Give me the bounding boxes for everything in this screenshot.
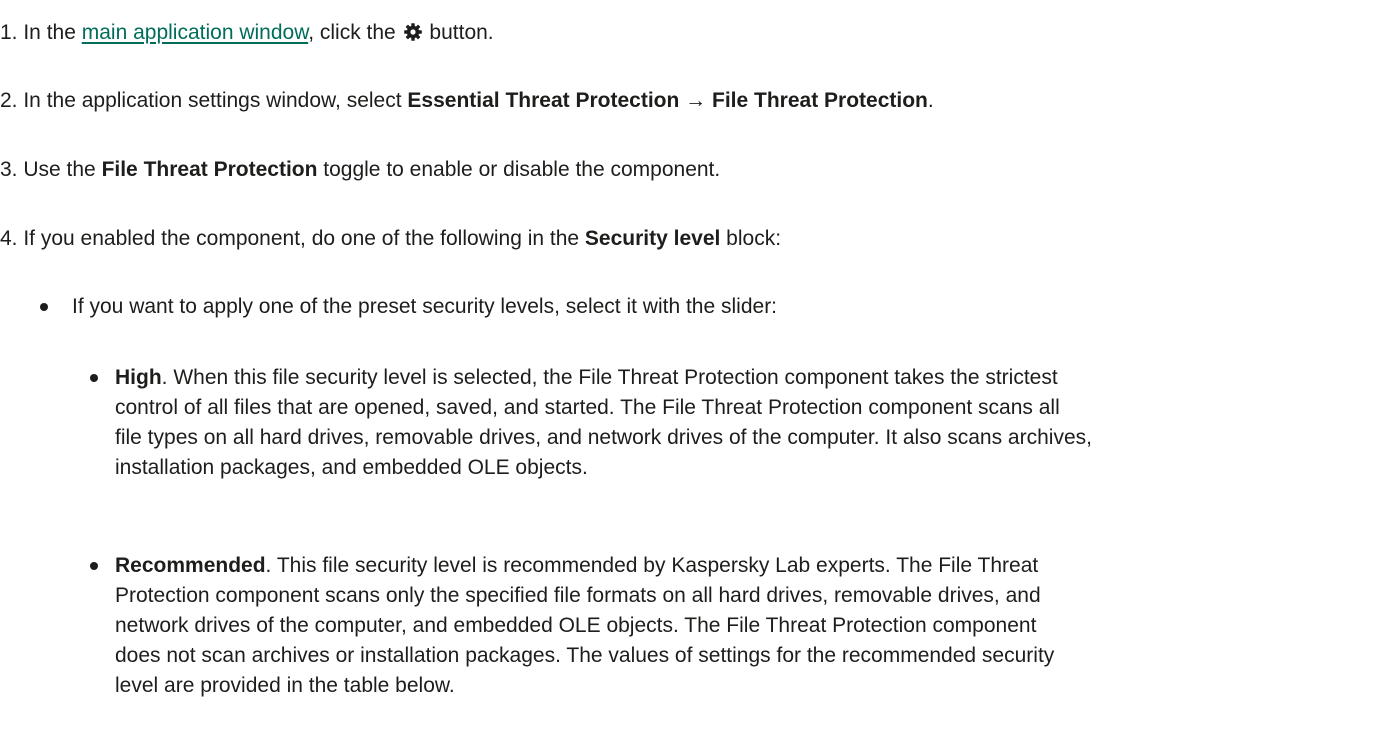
step-text: toggle to enable or disable the componen… <box>317 158 721 181</box>
level-high-text: High. When this file security level is s… <box>115 363 1092 483</box>
level-description-line: file types on all hard drives, removable… <box>115 426 1092 449</box>
step-1: 1. In the main application window, click… <box>0 18 494 48</box>
level-description-line: installation packages, and embedded OLE … <box>115 456 588 479</box>
ui-term-file-threat-protection: File Threat Protection <box>712 89 928 112</box>
level-description-line: . When this file security level is selec… <box>161 366 1058 389</box>
step-number: 3. <box>0 158 18 181</box>
step-number: 1. <box>0 21 18 44</box>
ui-term-security-level: Security level <box>584 227 721 250</box>
step-text: Use the <box>17 158 102 181</box>
step-number: 4. <box>0 227 18 250</box>
step-3: 3. Use the File Threat Protection toggle… <box>0 155 720 185</box>
ui-term-essential-threat-protection: Essential Threat Protection <box>407 89 680 112</box>
step-text: block: <box>720 227 782 250</box>
level-name-recommended: Recommended <box>115 554 266 577</box>
step-text: If you enabled the component, do one of … <box>17 227 585 250</box>
bullet-dot <box>40 303 48 311</box>
ui-term-file-threat-protection: File Threat Protection <box>101 158 318 181</box>
bullet-dot <box>90 562 98 570</box>
step-text: In the <box>17 21 82 44</box>
step-2: 2. In the application settings window, s… <box>0 86 934 116</box>
level-name-high: High <box>115 366 162 389</box>
bullet-dot <box>90 374 98 382</box>
arrow-separator: → <box>679 89 712 112</box>
level-description-line: . This file security level is recommende… <box>265 554 1039 577</box>
main-application-window-link[interactable]: main application window <box>82 21 308 44</box>
level-description-line: control of all files that are opened, sa… <box>115 396 1060 419</box>
level-description-line: does not scan archives or installation p… <box>115 644 1055 667</box>
level-description-line: level are provided in the table below. <box>115 674 455 697</box>
step-text: In the application settings window, sele… <box>17 89 408 112</box>
level-description-line: network drives of the computer, and embe… <box>115 614 1037 637</box>
preset-levels-text: If you want to apply one of the preset s… <box>72 295 778 318</box>
step-text: button. <box>423 21 494 44</box>
level-recommended-text: Recommended. This file security level is… <box>115 551 1054 701</box>
step-text: . <box>927 89 934 112</box>
step-text: , click the <box>308 21 402 44</box>
level-description-line: Protection component scans only the spec… <box>115 584 1041 607</box>
step-4: 4. If you enabled the component, do one … <box>0 224 781 254</box>
step-number: 2. <box>0 89 18 112</box>
gear-icon <box>403 23 422 41</box>
